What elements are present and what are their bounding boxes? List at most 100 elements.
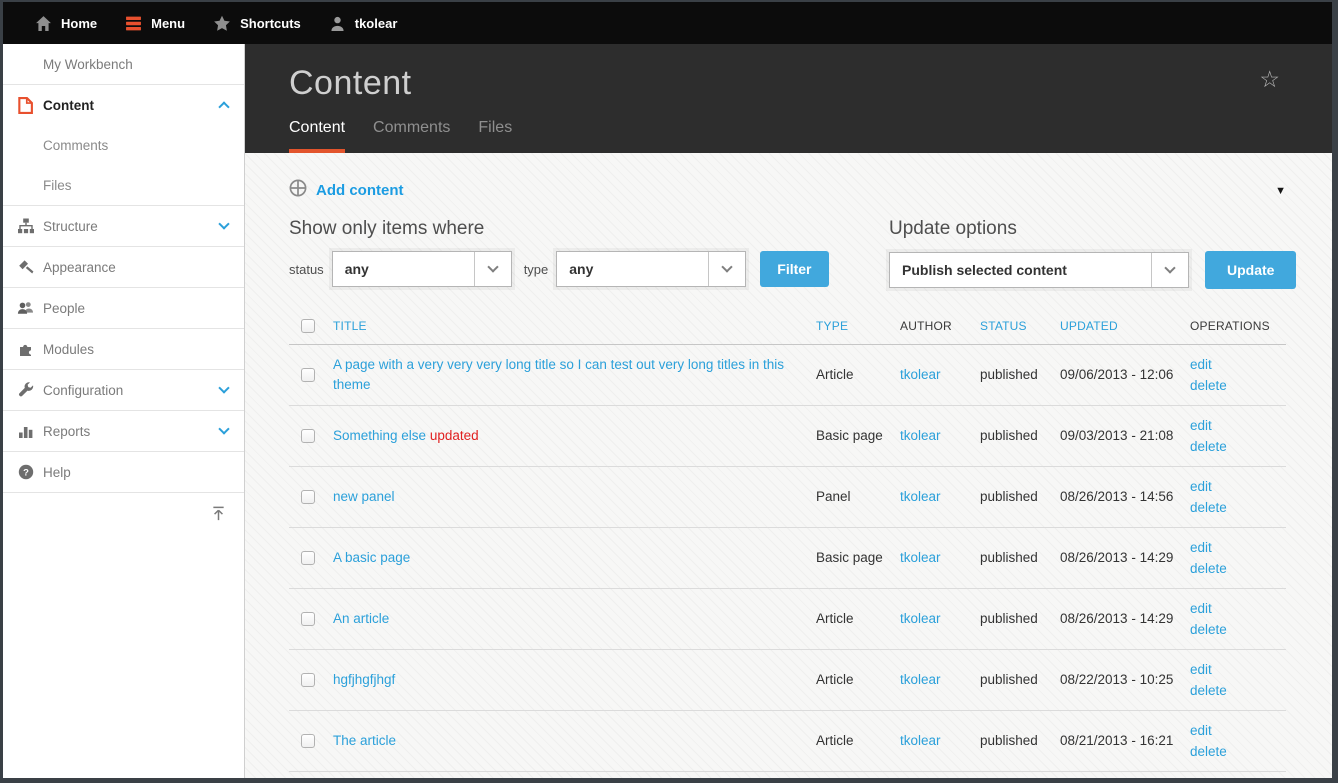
main-area: Content ☆ Content Comments Files Add con… (245, 44, 1332, 778)
row-delete-link[interactable]: delete (1190, 558, 1272, 579)
row-delete-link[interactable]: delete (1190, 497, 1272, 518)
row-edit-link[interactable]: edit (1190, 659, 1272, 680)
favorite-star-icon[interactable]: ☆ (1259, 68, 1280, 91)
sidebar-item-content[interactable]: Content (3, 85, 244, 125)
type-select[interactable]: any (556, 251, 746, 287)
row-edit-link[interactable]: edit (1190, 537, 1272, 558)
sidebar-item-help[interactable]: ? Help (3, 452, 244, 492)
table-row: An article Article tkolear published 08/… (289, 589, 1286, 650)
column-header-status[interactable]: STATUS (980, 319, 1060, 333)
row-delete-link[interactable]: delete (1190, 680, 1272, 701)
filter-button[interactable]: Filter (760, 251, 828, 287)
row-edit-link[interactable]: edit (1190, 598, 1272, 619)
help-icon: ? (17, 464, 34, 480)
toolbar-item-shortcuts[interactable]: Shortcuts (199, 2, 315, 44)
sidebar-item-reports[interactable]: Reports (3, 411, 244, 451)
page-tabs: Content Comments Files (289, 119, 1288, 153)
row-author-link[interactable]: tkolear (900, 733, 941, 748)
page-title: Content (289, 64, 1288, 103)
column-header-title[interactable]: TITLE (333, 319, 816, 333)
row-checkbox[interactable] (301, 490, 315, 504)
wrench-icon (17, 382, 34, 398)
chevron-down-icon (218, 218, 229, 229)
sidebar-item-people[interactable]: People (3, 288, 244, 328)
row-title-link[interactable]: hgfjhgfjhgf (333, 672, 395, 687)
puzzle-icon (17, 341, 34, 357)
tab-content[interactable]: Content (289, 119, 345, 153)
update-action-select[interactable]: Publish selected content (889, 252, 1189, 288)
row-checkbox[interactable] (301, 734, 315, 748)
update-button[interactable]: Update (1205, 251, 1296, 289)
column-header-operations: OPERATIONS (1190, 319, 1286, 333)
table-row: A page with a very very very long title … (289, 345, 1286, 406)
row-updated: 08/26/2013 - 14:29 (1060, 548, 1190, 568)
row-title-link[interactable]: The article (333, 733, 396, 748)
row-delete-link[interactable]: delete (1190, 619, 1272, 640)
table-row: The article Article tkolear published 08… (289, 711, 1286, 772)
select-all-checkbox[interactable] (301, 319, 315, 333)
table-body: A page with a very very very long title … (289, 345, 1286, 772)
table-row: new panel Panel tkolear published 08/26/… (289, 467, 1286, 528)
row-type: Article (816, 731, 900, 751)
row-author-link[interactable]: tkolear (900, 489, 941, 504)
tab-files[interactable]: Files (478, 119, 512, 153)
sidebar-item-label: People (43, 301, 228, 316)
row-checkbox[interactable] (301, 612, 315, 626)
collapse-to-top-icon[interactable] (211, 506, 226, 526)
row-author-link[interactable]: tkolear (900, 367, 941, 382)
row-edit-link[interactable]: edit (1190, 415, 1272, 436)
row-edit-link[interactable]: edit (1190, 720, 1272, 741)
row-title-link[interactable]: An article (333, 611, 389, 626)
window-frame: Home Menu Shortcuts tkolear My Workbench… (0, 0, 1338, 783)
chevron-down-icon (474, 252, 511, 286)
page-header: Content ☆ Content Comments Files (245, 44, 1332, 153)
filter-section: Show only items where status any type an… (289, 218, 889, 289)
sidebar-item-label: Files (43, 178, 228, 193)
chevron-down-icon (1151, 253, 1188, 287)
tab-comments[interactable]: Comments (373, 119, 450, 153)
row-title-link[interactable]: Something else (333, 428, 426, 443)
row-author-link[interactable]: tkolear (900, 550, 941, 565)
update-select-value: Publish selected content (890, 253, 1151, 287)
status-select-value: any (333, 252, 474, 286)
row-author-link[interactable]: tkolear (900, 672, 941, 687)
sidebar-item-files[interactable]: Files (3, 165, 244, 205)
sidebar-item-my-workbench[interactable]: My Workbench (3, 44, 244, 84)
row-author-link[interactable]: tkolear (900, 428, 941, 443)
row-edit-link[interactable]: edit (1190, 476, 1272, 497)
column-header-type[interactable]: TYPE (816, 319, 900, 333)
status-select[interactable]: any (332, 251, 512, 287)
row-type: Panel (816, 487, 900, 507)
row-title-link[interactable]: A basic page (333, 550, 410, 565)
update-options-heading: Update options (889, 218, 1296, 240)
row-title-link[interactable]: new panel (333, 489, 395, 504)
sidebar-item-configuration[interactable]: Configuration (3, 370, 244, 410)
row-title-link[interactable]: A page with a very very very long title … (333, 357, 784, 392)
row-checkbox[interactable] (301, 673, 315, 687)
row-checkbox[interactable] (301, 429, 315, 443)
add-content-link[interactable]: Add content (289, 179, 404, 202)
row-updated-marker: updated (430, 428, 479, 443)
row-delete-link[interactable]: delete (1190, 375, 1272, 396)
row-edit-link[interactable]: edit (1190, 354, 1272, 375)
row-status: published (980, 609, 1060, 629)
row-type: Article (816, 365, 900, 385)
collapse-triangle-icon[interactable]: ▼ (1275, 185, 1286, 197)
row-status: published (980, 731, 1060, 751)
row-checkbox[interactable] (301, 551, 315, 565)
toolbar-item-home[interactable]: Home (21, 2, 111, 44)
document-icon (17, 97, 34, 114)
sidebar-item-appearance[interactable]: Appearance (3, 247, 244, 287)
row-author-link[interactable]: tkolear (900, 611, 941, 626)
toolbar-item-label: Home (61, 16, 97, 31)
status-label: status (289, 262, 324, 277)
sidebar-item-comments[interactable]: Comments (3, 125, 244, 165)
sidebar-item-modules[interactable]: Modules (3, 329, 244, 369)
sidebar-item-structure[interactable]: Structure (3, 206, 244, 246)
column-header-updated[interactable]: UPDATED (1060, 319, 1190, 333)
toolbar-item-user[interactable]: tkolear (315, 2, 412, 44)
row-delete-link[interactable]: delete (1190, 436, 1272, 457)
row-checkbox[interactable] (301, 368, 315, 382)
row-delete-link[interactable]: delete (1190, 741, 1272, 762)
toolbar-item-menu[interactable]: Menu (111, 2, 199, 44)
